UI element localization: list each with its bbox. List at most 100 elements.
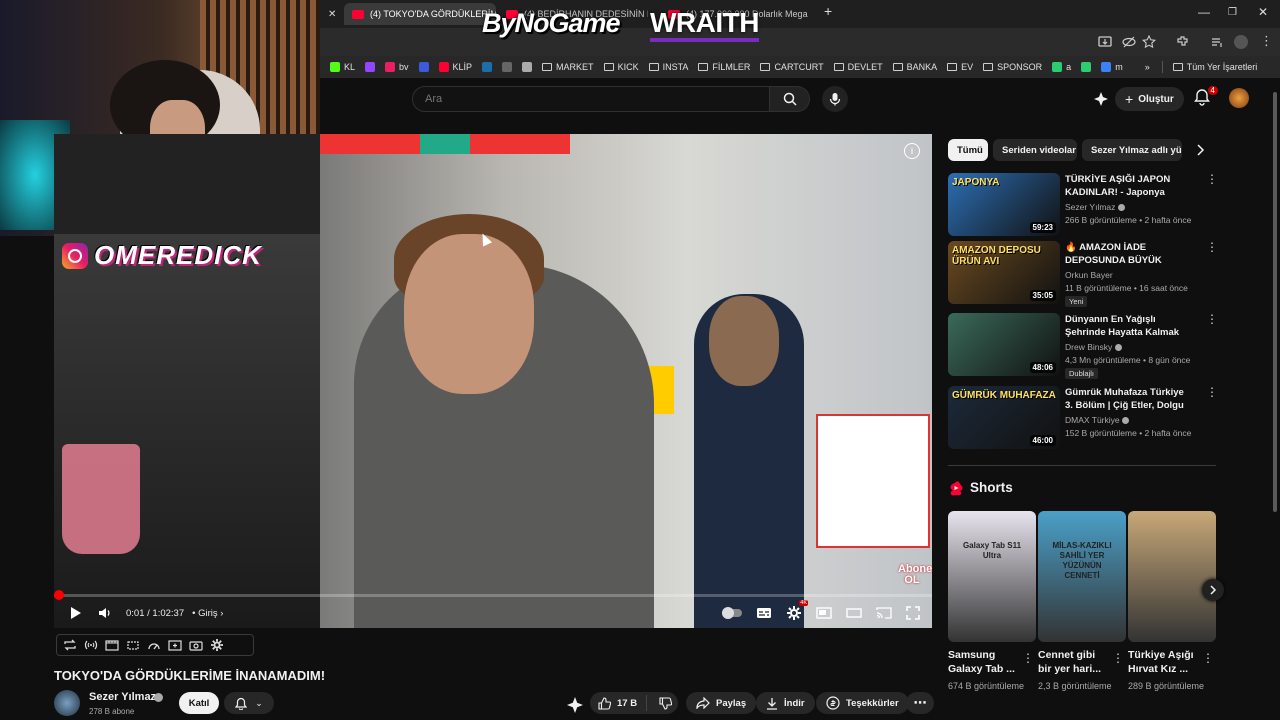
profile-avatar-icon[interactable] bbox=[1234, 35, 1248, 49]
chapter-button[interactable]: • Giriş › bbox=[192, 608, 223, 619]
subscribe-watermark[interactable]: Abone OL bbox=[898, 564, 932, 586]
more-vertical-icon[interactable]: ⋮ bbox=[1112, 651, 1124, 665]
short-thumbnail[interactable] bbox=[1128, 511, 1216, 642]
video-title[interactable]: 🔥 AMAZON İADE DEPOSUNDA BÜYÜK VURGUN! 🔥 … bbox=[1065, 241, 1193, 267]
play-button[interactable] bbox=[70, 600, 82, 626]
ask-sparkle-icon[interactable] bbox=[566, 696, 584, 714]
video-title[interactable]: TÜRKİYE AŞIĞI JAPON KADINLAR! - Japonya … bbox=[1065, 173, 1193, 199]
short-item[interactable]: Galaxy Tab S11 Ultra Samsung Galaxy Tab .… bbox=[948, 511, 1036, 693]
bookmark-star-icon[interactable] bbox=[1142, 35, 1156, 49]
download-button[interactable]: İndir bbox=[756, 692, 815, 714]
progress-bar[interactable] bbox=[54, 590, 932, 600]
thanks-button[interactable]: Teşekkürler bbox=[816, 692, 909, 714]
bookmark-item[interactable] bbox=[1081, 62, 1092, 72]
extensions-icon[interactable] bbox=[1176, 35, 1190, 49]
bookmark-item[interactable]: DEVLET bbox=[833, 62, 883, 72]
bookmark-item[interactable]: CARTCURT bbox=[760, 62, 824, 72]
bookmark-item[interactable]: FİLMLER bbox=[698, 62, 750, 72]
search-button[interactable] bbox=[770, 86, 810, 112]
channel-avatar[interactable] bbox=[54, 690, 80, 716]
sparkle-icon[interactable] bbox=[1093, 91, 1109, 107]
short-thumbnail[interactable]: MİLAS-KAZIKLI SAHİLİ YER YÜZÜNÜN CENNETİ bbox=[1038, 511, 1126, 642]
video-player[interactable] bbox=[54, 134, 932, 628]
more-vertical-icon[interactable]: ⋮ bbox=[1206, 313, 1218, 327]
like-button[interactable]: 17 B bbox=[590, 695, 648, 711]
search-box[interactable] bbox=[412, 86, 770, 112]
bookmark-item[interactable]: a bbox=[1052, 62, 1071, 72]
eye-off-icon[interactable] bbox=[1122, 35, 1136, 49]
recommendation-item[interactable]: AMAZON DEPOSU ÜRÜN AVI 35:05 🔥 AMAZON İADE… bbox=[948, 241, 1218, 307]
bookmark-item[interactable]: BANKA bbox=[892, 62, 937, 72]
short-item[interactable]: MİLAS-KAZIKLI SAHİLİ YER YÜZÜNÜN CENNETİ… bbox=[1038, 511, 1126, 693]
short-thumbnail[interactable]: Galaxy Tab S11 Ultra bbox=[948, 511, 1036, 642]
theater-mode-button[interactable] bbox=[846, 600, 862, 626]
chevron-right-icon[interactable] bbox=[1192, 142, 1208, 158]
fullscreen-button[interactable] bbox=[906, 600, 920, 626]
channel-name[interactable]: DMAX Türkiye bbox=[1065, 415, 1130, 425]
recommendation-item[interactable]: GÜMRÜK MUHAFAZA 46:00 Gümrük Muhafaza Türk… bbox=[948, 386, 1218, 450]
recommendation-item[interactable]: 48:06 Dünyanın En Yağışlı Şehrinde Hayatt… bbox=[948, 313, 1218, 379]
install-app-icon[interactable] bbox=[1098, 35, 1112, 49]
create-button[interactable]: + Oluştur bbox=[1115, 87, 1184, 111]
frame-icon[interactable] bbox=[126, 639, 140, 651]
cast-button[interactable] bbox=[876, 600, 892, 626]
minimize-button[interactable]: — bbox=[1198, 5, 1210, 19]
more-vertical-icon[interactable]: ⋮ bbox=[1206, 241, 1218, 255]
more-vertical-icon[interactable]: ⋮ bbox=[1202, 651, 1214, 665]
channel-name[interactable]: Drew Binsky bbox=[1065, 342, 1122, 352]
video-thumbnail[interactable]: JAPONYA 59:23 bbox=[948, 173, 1060, 236]
bookmark-item[interactable]: m bbox=[1101, 62, 1123, 72]
short-title[interactable]: Cennet gibi bir yer hari... bbox=[1038, 648, 1110, 676]
bookmark-item[interactable] bbox=[522, 62, 533, 72]
search-input[interactable] bbox=[413, 87, 767, 111]
video-thumbnail[interactable]: GÜMRÜK MUHAFAZA 46:00 bbox=[948, 386, 1060, 449]
subtitles-button[interactable] bbox=[756, 600, 772, 626]
audio-waves-icon[interactable] bbox=[84, 639, 98, 651]
video-thumbnail[interactable]: AMAZON DEPOSU ÜRÜN AVI 35:05 bbox=[948, 241, 1060, 304]
settings-button[interactable]: 4K bbox=[786, 600, 808, 626]
info-icon[interactable]: i bbox=[904, 143, 920, 159]
bookmark-item[interactable] bbox=[482, 62, 493, 72]
page-scrollbar[interactable] bbox=[1272, 92, 1278, 720]
speed-icon[interactable] bbox=[147, 639, 161, 651]
bookmark-item[interactable]: SPONSOR bbox=[983, 62, 1042, 72]
more-vertical-icon[interactable]: ⋮ bbox=[1022, 651, 1034, 665]
more-vertical-icon[interactable]: ⋮ bbox=[1206, 386, 1218, 400]
browser-tab-1[interactable]: (4) TOKYO'DA GÖRDÜKLERİMİ ✕ bbox=[344, 3, 496, 25]
channel-name[interactable]: Orkun Bayer bbox=[1065, 270, 1113, 280]
new-tab-button[interactable]: + bbox=[824, 3, 832, 19]
bookmarks-overflow-button[interactable]: » bbox=[1145, 62, 1150, 72]
subscription-bell-button[interactable]: ⌄ bbox=[224, 692, 274, 714]
autoplay-toggle[interactable] bbox=[722, 600, 742, 626]
camera-icon[interactable] bbox=[189, 639, 203, 651]
close-tab-button[interactable]: ✕ bbox=[320, 3, 342, 25]
video-title[interactable]: Gümrük Muhafaza Türkiye 3. Bölüm | Çiğ E… bbox=[1065, 386, 1193, 412]
bookmark-item[interactable]: KL bbox=[330, 62, 355, 72]
video-title[interactable]: Dünyanın En Yağışlı Şehrinde Hayatta Kal… bbox=[1065, 313, 1193, 339]
chip-all[interactable]: Tümü bbox=[948, 139, 988, 161]
bookmark-item[interactable]: EV bbox=[947, 62, 973, 72]
dislike-button[interactable] bbox=[653, 696, 678, 710]
voice-search-button[interactable] bbox=[822, 86, 848, 112]
recommendation-item[interactable]: JAPONYA 59:23 TÜRKİYE AŞIĞI JAPON KADINLAR… bbox=[948, 173, 1218, 237]
join-button[interactable]: Katıl bbox=[179, 692, 219, 714]
short-item[interactable]: Türkiye Aşığı Hırvat Kız ... 289 B görünt… bbox=[1128, 511, 1216, 693]
mute-button[interactable] bbox=[98, 600, 112, 626]
bookmark-item[interactable] bbox=[502, 62, 513, 72]
scrollbar-thumb[interactable] bbox=[1273, 92, 1277, 512]
add-screenshot-icon[interactable] bbox=[168, 639, 182, 651]
bookmark-item[interactable]: bv bbox=[385, 62, 409, 72]
all-bookmarks-button[interactable]: Tüm Yer İşaretleri bbox=[1172, 62, 1257, 72]
browser-menu-icon[interactable]: ⋮ bbox=[1260, 33, 1273, 49]
channel-name[interactable]: Sezer Yılmaz bbox=[1065, 202, 1125, 212]
media-controls-icon[interactable] bbox=[1210, 35, 1224, 49]
bookmark-item[interactable]: INSTA bbox=[648, 62, 688, 72]
bookmark-item[interactable]: MARKET bbox=[542, 62, 594, 72]
short-title[interactable]: Samsung Galaxy Tab ... bbox=[948, 648, 1020, 676]
progress-scrubber[interactable] bbox=[54, 590, 64, 600]
account-avatar[interactable] bbox=[1229, 88, 1249, 108]
miniplayer-button[interactable] bbox=[816, 600, 832, 626]
bookmark-item[interactable]: KICK bbox=[603, 62, 639, 72]
more-actions-button[interactable]: ⋯ bbox=[906, 692, 934, 714]
short-title[interactable]: Türkiye Aşığı Hırvat Kız ... bbox=[1128, 648, 1200, 676]
